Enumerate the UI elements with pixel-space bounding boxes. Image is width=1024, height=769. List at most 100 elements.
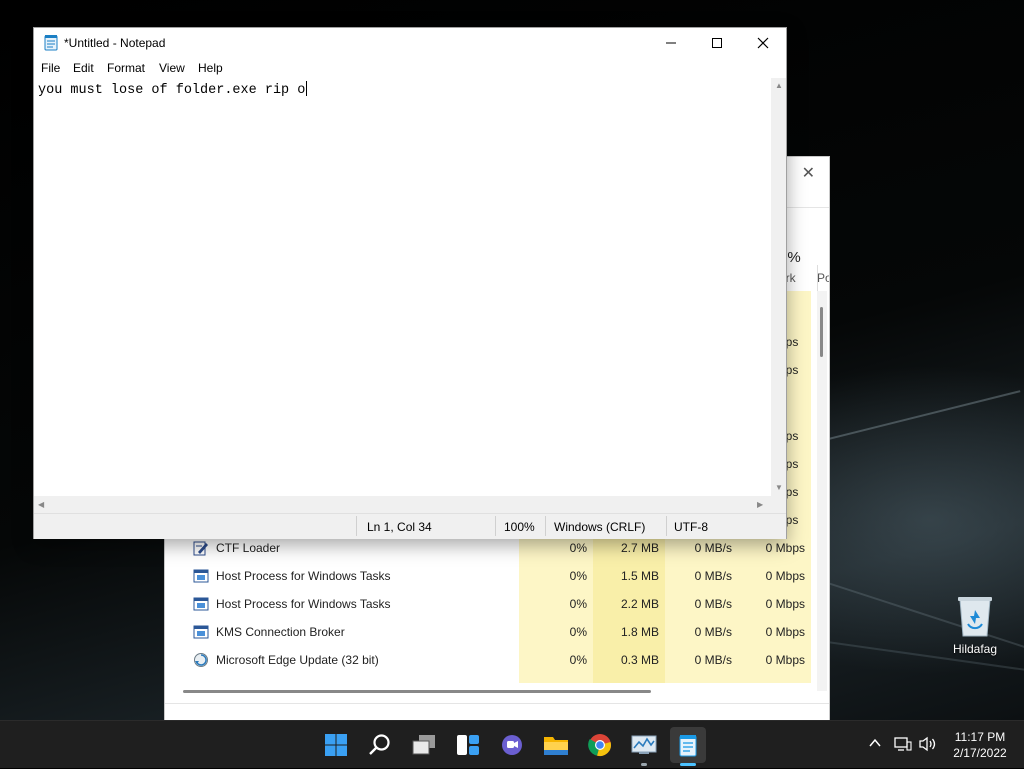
chat-button[interactable] [494, 727, 530, 763]
menu-format[interactable]: Format [107, 61, 145, 75]
chat-icon [502, 735, 522, 755]
maximize-icon [712, 38, 722, 48]
text-editor[interactable]: you must lose of folder.exe rip o [34, 78, 771, 496]
running-indicator [641, 763, 647, 766]
scroll-right-icon[interactable]: ▶ [757, 500, 763, 509]
horizontal-scrollbar[interactable]: ◀ ▶ [34, 496, 771, 513]
clock[interactable]: 11:17 PM 2/17/2022 [944, 729, 1016, 761]
cpu-value: 0% [569, 541, 587, 555]
memory-value: 1.5 MB [620, 569, 659, 583]
host-process-icon [193, 569, 209, 583]
task-view-button[interactable] [406, 727, 442, 763]
taskbar: 11:17 PM 2/17/2022 [0, 720, 1024, 768]
file-explorer-button[interactable] [538, 727, 574, 763]
process-name: CTF Loader [216, 541, 281, 555]
menu-edit[interactable]: Edit [73, 61, 94, 75]
editor-text: you must lose of folder.exe rip o [38, 83, 306, 98]
minimize-icon [666, 42, 676, 44]
network-value: 0 Mbps [765, 569, 805, 583]
memory-value: 2.7 MB [620, 541, 659, 555]
network-value: 0 Mbps [765, 625, 805, 639]
system-tray [860, 721, 944, 769]
close-icon[interactable]: ✕ [802, 163, 815, 183]
status-zoom: 100% [504, 520, 535, 534]
status-line-ending: Windows (CRLF) [554, 520, 646, 534]
chevron-up-icon[interactable] [868, 736, 882, 755]
notepad-button[interactable] [670, 727, 706, 763]
process-name: Host Process for Windows Tasks [216, 569, 391, 583]
search-icon [369, 734, 390, 755]
edge-update-icon [194, 653, 208, 667]
title-bar[interactable]: *Untitled - Notepad [34, 28, 786, 58]
disk-value: 0 MB/s [694, 597, 732, 611]
menu-help[interactable]: Help [198, 61, 223, 75]
process-name: Host Process for Windows Tasks [216, 597, 391, 611]
notepad-icon [679, 735, 697, 757]
desktop-icon-recycle-bin[interactable]: Hildafag [944, 594, 1006, 656]
window-title: *Untitled - Notepad [64, 36, 166, 50]
search-button[interactable] [362, 727, 398, 763]
disk-value: 0 MB/s [694, 569, 732, 583]
table-row[interactable]: KMS Connection Broker 0% 1.8 MB 0 MB/s 0… [165, 618, 817, 646]
status-bar: Ln 1, Col 34 100% Windows (CRLF) UTF-8 [34, 513, 786, 539]
close-icon [757, 37, 769, 49]
chrome-icon [588, 734, 611, 756]
host-process-icon [193, 597, 209, 611]
table-row[interactable]: Host Process for Windows Tasks 0% 2.2 MB… [165, 590, 817, 618]
start-icon [325, 734, 347, 756]
active-indicator [680, 763, 696, 766]
text-caret [306, 81, 308, 96]
cpu-value: 0% [569, 569, 587, 583]
start-button[interactable] [318, 727, 354, 763]
clock-time: 11:17 PM [954, 730, 1006, 744]
volume-icon[interactable] [918, 736, 938, 757]
desktop-icon-label: Hildafag [952, 642, 998, 656]
scrollbar-corner [771, 496, 786, 513]
menu-bar: File Edit Format View Help [34, 58, 786, 78]
divider [545, 516, 546, 536]
menu-file[interactable]: File [41, 61, 60, 75]
minimize-button[interactable] [648, 28, 694, 58]
scroll-up-icon[interactable]: ▲ [775, 81, 783, 90]
process-name: KMS Connection Broker [216, 625, 345, 639]
recycle-bin-icon [958, 597, 992, 637]
memory-value: 0.3 MB [620, 653, 659, 667]
file-explorer-icon [544, 737, 568, 755]
notepad-icon [44, 35, 58, 51]
chrome-button[interactable] [582, 727, 618, 763]
divider [356, 516, 357, 536]
column-power-header[interactable]: Po [817, 271, 829, 285]
scroll-down-icon[interactable]: ▼ [775, 483, 783, 492]
network-value: 0 Mbps [765, 541, 805, 555]
disk-value: 0 MB/s [694, 653, 732, 667]
scrollbar-thumb[interactable] [820, 307, 823, 357]
vertical-scrollbar[interactable]: ▲ ▼ [771, 78, 786, 496]
table-row[interactable]: Host Process for Windows Tasks 0% 1.5 MB… [165, 562, 817, 590]
cpu-value: 0% [569, 653, 587, 667]
network-value: 0 Mbps [765, 653, 805, 667]
task-manager-button[interactable] [626, 727, 662, 763]
clock-date: 2/17/2022 [953, 746, 1007, 760]
task-view-icon [412, 735, 435, 755]
ctf-loader-icon [193, 541, 208, 556]
disk-value: 0 MB/s [694, 541, 732, 555]
horizontal-scrollbar[interactable] [183, 690, 651, 693]
widgets-button[interactable] [450, 727, 486, 763]
memory-value: 1.8 MB [620, 625, 659, 639]
menu-view[interactable]: View [159, 61, 185, 75]
table-row[interactable]: Microsoft Edge Update (32 bit) 0% 0.3 MB… [165, 646, 817, 674]
task-manager-icon [631, 735, 657, 754]
network-icon[interactable] [894, 736, 912, 757]
service-icon [193, 625, 209, 639]
divider [666, 516, 667, 536]
cpu-value: 0% [569, 625, 587, 639]
divider [495, 516, 496, 536]
close-button[interactable] [740, 28, 786, 58]
status-position: Ln 1, Col 34 [367, 520, 432, 534]
notepad-window[interactable]: *Untitled - Notepad File Edit Format Vie… [33, 27, 787, 539]
scroll-left-icon[interactable]: ◀ [38, 500, 44, 509]
widgets-icon [457, 735, 479, 755]
status-encoding: UTF-8 [674, 520, 708, 534]
process-name: Microsoft Edge Update (32 bit) [216, 653, 379, 667]
maximize-button[interactable] [694, 28, 740, 58]
